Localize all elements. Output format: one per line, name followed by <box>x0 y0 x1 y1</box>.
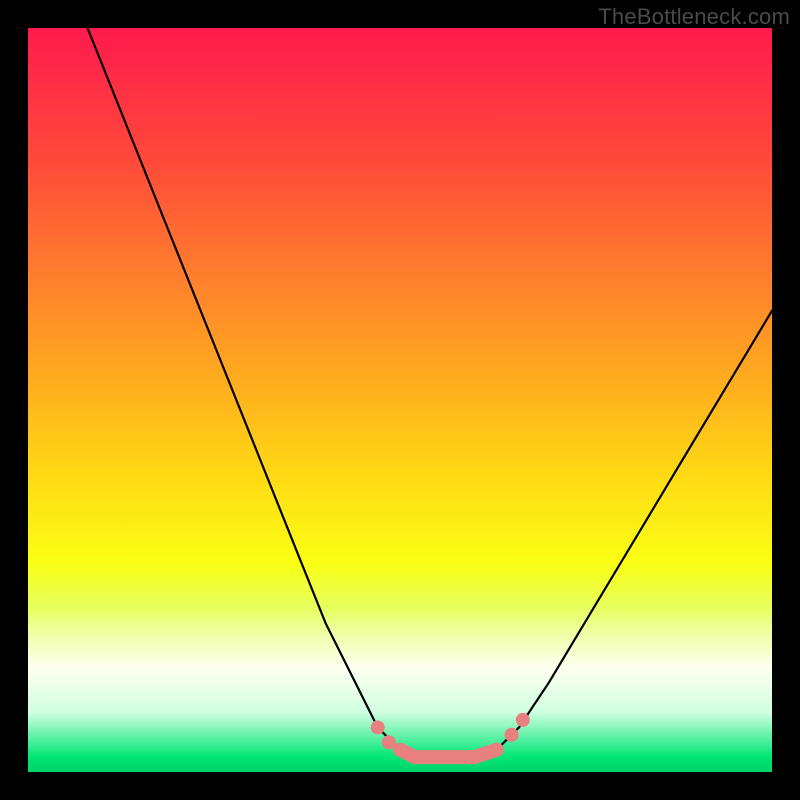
curve-marker <box>371 720 385 734</box>
curve-marker <box>516 713 530 727</box>
chart-frame: TheBottleneck.com <box>0 0 800 800</box>
watermark-text: TheBottleneck.com <box>598 4 790 30</box>
curve-marker <box>408 750 422 764</box>
curve-marker <box>393 743 407 757</box>
curve-marker <box>467 750 481 764</box>
chart-svg <box>28 28 772 772</box>
bottleneck-curve <box>88 28 773 757</box>
curve-markers <box>371 713 530 764</box>
curve-marker <box>438 750 452 764</box>
plot-area <box>28 28 772 772</box>
curve-marker <box>490 743 504 757</box>
curve-marker <box>505 728 519 742</box>
